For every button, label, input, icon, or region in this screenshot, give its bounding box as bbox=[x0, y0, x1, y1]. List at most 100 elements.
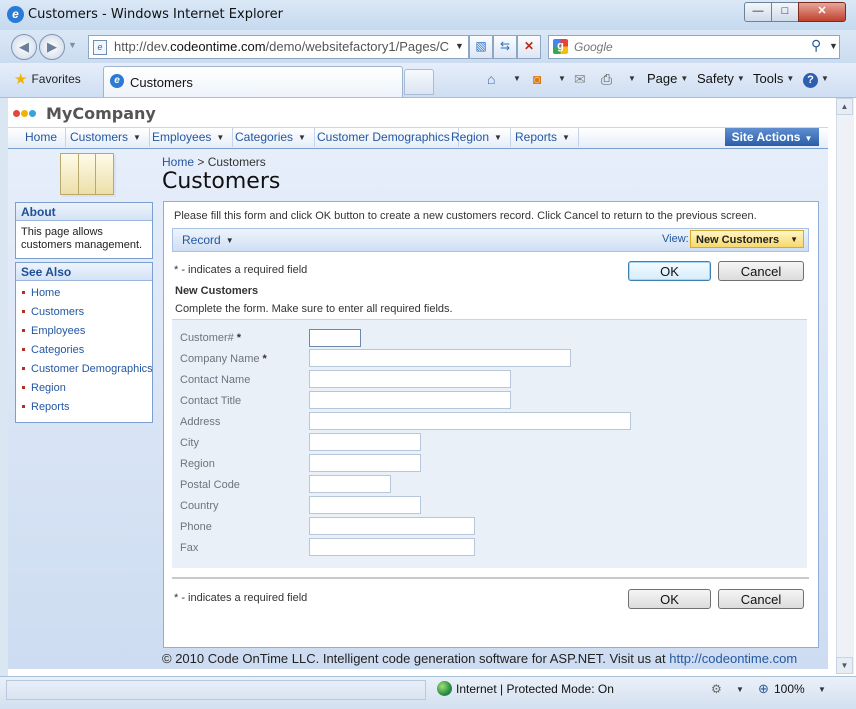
postal-code-input[interactable] bbox=[309, 475, 391, 493]
bullet-icon bbox=[22, 310, 25, 313]
cancel-button-bottom[interactable]: Cancel bbox=[718, 589, 804, 609]
security-zone-text[interactable]: Internet | Protected Mode: On bbox=[456, 682, 614, 696]
zoom-level[interactable]: 100% bbox=[774, 682, 805, 696]
safety-menu[interactable]: Safety ▼ bbox=[697, 70, 745, 88]
record-menu[interactable]: Record ▼ bbox=[182, 233, 234, 247]
address-bar[interactable]: e http://dev.codeontime.com/demo/website… bbox=[88, 35, 469, 59]
search-dropdown-icon[interactable]: ▼ bbox=[829, 41, 838, 51]
chevron-down-icon: ▼ bbox=[821, 74, 829, 83]
stop-icon: ✕ bbox=[523, 39, 535, 53]
fax-input[interactable] bbox=[309, 538, 475, 556]
magnifier-icon[interactable]: ⚲ bbox=[811, 37, 821, 54]
site-actions-button[interactable]: Site Actions ▼ bbox=[725, 128, 819, 146]
chevron-down-icon: ▼ bbox=[680, 74, 689, 83]
country-input[interactable] bbox=[309, 496, 421, 514]
mail-icon[interactable]: ✉ bbox=[574, 70, 586, 88]
menu-categories[interactable]: Categories ▼ bbox=[227, 127, 315, 147]
see-also-link-region[interactable]: Region bbox=[22, 382, 66, 394]
search-placeholder[interactable]: Google bbox=[574, 40, 613, 54]
tab-label: Customers bbox=[130, 75, 193, 90]
ok-button-bottom[interactable]: OK bbox=[628, 589, 711, 609]
see-also-link-customer-demographics[interactable]: Customer Demographics bbox=[22, 363, 153, 375]
menu-employees[interactable]: Employees ▼ bbox=[144, 127, 234, 147]
maximize-button[interactable]: □ bbox=[771, 2, 799, 22]
home-dropdown-icon[interactable]: ▼ bbox=[513, 70, 521, 88]
menu-reports[interactable]: Reports ▼ bbox=[507, 127, 579, 147]
tools-menu[interactable]: Tools ▼ bbox=[753, 70, 794, 88]
favorites-button[interactable]: ★ Favorites bbox=[10, 68, 87, 90]
see-also-link-reports[interactable]: Reports bbox=[22, 401, 70, 413]
printer-icon[interactable]: ⎙ bbox=[601, 70, 612, 88]
address-label: Address bbox=[180, 416, 221, 428]
stop-button[interactable]: ✕ bbox=[517, 35, 541, 59]
menu-label: Region bbox=[451, 130, 490, 144]
forward-button[interactable]: ▶ bbox=[39, 34, 65, 60]
menu-region[interactable]: Region ▼ bbox=[443, 127, 511, 147]
address-dropdown-icon[interactable]: ▼ bbox=[455, 41, 464, 51]
view-selector[interactable]: New Customers ▼ bbox=[690, 230, 804, 248]
view-label: View: bbox=[662, 233, 689, 245]
vertical-scrollbar[interactable] bbox=[836, 98, 854, 674]
compatibility-view-button[interactable]: ▧ bbox=[469, 35, 493, 59]
company-logo-icon bbox=[13, 106, 41, 122]
menu-customer-demographics[interactable]: Customer Demographics bbox=[309, 127, 459, 147]
phone-input[interactable] bbox=[309, 517, 475, 535]
feeds-dropdown-icon[interactable]: ▼ bbox=[558, 70, 566, 88]
page-book-icon bbox=[60, 153, 114, 195]
region-input[interactable] bbox=[309, 454, 421, 472]
privacy-dropdown-icon[interactable]: ▼ bbox=[736, 685, 744, 694]
help-icon: ? bbox=[803, 73, 818, 88]
page-footer: © 2010 Code OnTime LLC. Intelligent code… bbox=[162, 651, 797, 666]
breadcrumb: Home > Customers bbox=[162, 155, 266, 169]
menu-home[interactable]: Home bbox=[17, 127, 67, 147]
see-also-label: Reports bbox=[31, 401, 70, 413]
form-separator bbox=[172, 577, 809, 579]
contact-name-input[interactable] bbox=[309, 370, 511, 388]
company-name-input[interactable] bbox=[309, 349, 571, 367]
minimize-button[interactable]: — bbox=[744, 2, 772, 22]
see-also-link-categories[interactable]: Categories bbox=[22, 344, 84, 356]
home-icon[interactable]: ⌂ bbox=[487, 70, 495, 88]
address-input[interactable] bbox=[309, 412, 631, 430]
menu-customers[interactable]: Customers ▼ bbox=[62, 127, 150, 147]
menu-label: Categories bbox=[235, 130, 294, 144]
breadcrumb-separator: > bbox=[197, 155, 205, 169]
zoom-icon[interactable]: ⊕ bbox=[758, 681, 769, 697]
site-title[interactable]: MyCompany bbox=[46, 104, 156, 123]
privacy-icon[interactable]: ⚙ bbox=[711, 682, 722, 696]
search-box[interactable]: g Google ⚲ ▼ bbox=[548, 35, 840, 59]
cancel-button-top[interactable]: Cancel bbox=[718, 261, 804, 281]
breadcrumb-home-link[interactable]: Home bbox=[162, 155, 194, 169]
close-button[interactable]: ✕ bbox=[798, 2, 846, 22]
scroll-down-button[interactable]: ▼ bbox=[836, 657, 853, 674]
browser-tab-active[interactable]: e Customers bbox=[103, 66, 403, 97]
page-menu[interactable]: Page ▼ bbox=[647, 70, 688, 88]
see-also-link-home[interactable]: Home bbox=[22, 287, 60, 299]
contact-title-input[interactable] bbox=[309, 391, 511, 409]
bullet-icon bbox=[22, 367, 25, 370]
city-input[interactable] bbox=[309, 433, 421, 451]
see-also-link-employees[interactable]: Employees bbox=[22, 325, 85, 337]
address-url[interactable]: http://dev.codeontime.com/demo/websitefa… bbox=[114, 39, 449, 54]
recent-pages-dropdown[interactable]: ▼ bbox=[68, 40, 77, 50]
print-dropdown-icon[interactable]: ▼ bbox=[628, 70, 636, 88]
favorites-label: Favorites bbox=[31, 72, 81, 86]
see-also-label: Home bbox=[31, 287, 61, 299]
view-selector-value: New Customers bbox=[696, 234, 780, 246]
chevron-down-icon: ▼ bbox=[133, 133, 141, 142]
new-tab-button[interactable] bbox=[404, 69, 434, 95]
back-button[interactable]: ◀ bbox=[11, 34, 37, 60]
scroll-up-button[interactable]: ▲ bbox=[836, 98, 853, 115]
rss-icon[interactable]: ◙ bbox=[533, 70, 541, 88]
zoom-dropdown-icon[interactable]: ▼ bbox=[818, 685, 826, 694]
help-menu[interactable]: ? ▼ bbox=[803, 70, 829, 88]
see-also-link-customers[interactable]: Customers bbox=[22, 306, 84, 318]
customer-id-input[interactable] bbox=[309, 329, 361, 347]
ok-button-top[interactable]: OK bbox=[628, 261, 711, 281]
footer-link[interactable]: http://codeontime.com bbox=[669, 651, 797, 666]
country-label: Country bbox=[180, 500, 219, 512]
refresh-button[interactable]: ⇆ bbox=[493, 35, 517, 59]
ie-logo-icon: e bbox=[7, 6, 24, 23]
required-marker: * bbox=[262, 353, 267, 365]
required-note-bottom: * - indicates a required field bbox=[174, 592, 308, 604]
